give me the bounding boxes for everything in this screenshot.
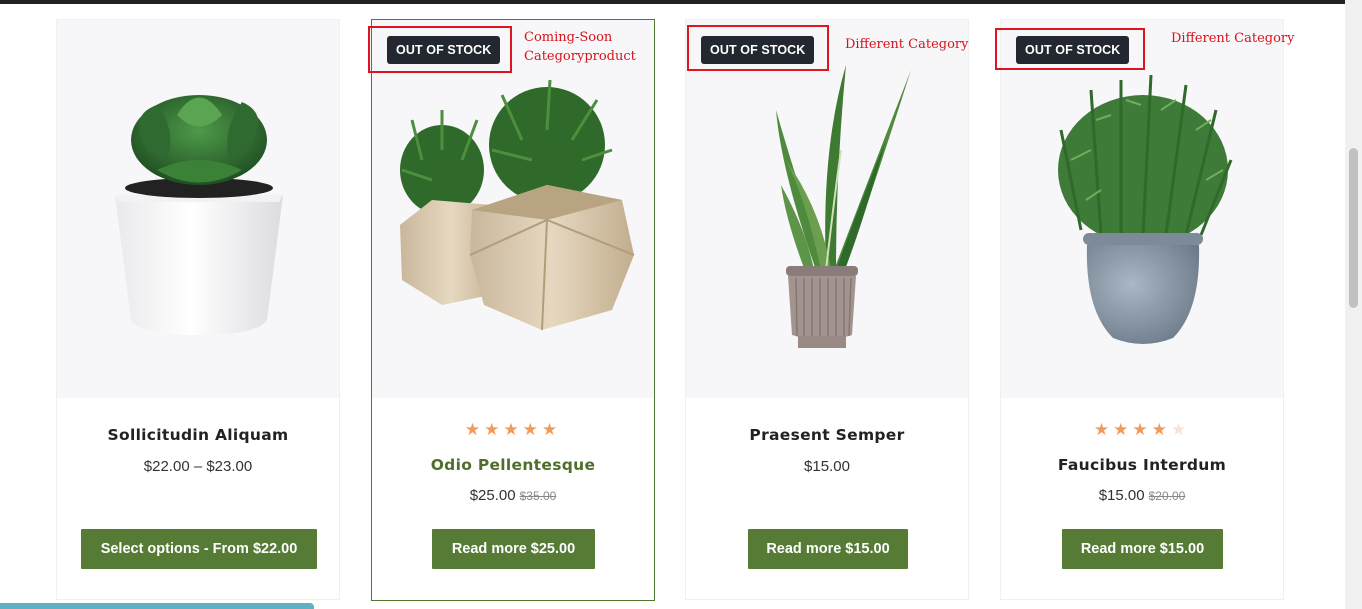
old-price: $20.00 [1148,489,1186,503]
wooden-planters-image [400,79,635,331]
rosemary-pot-image [1058,74,1233,344]
product-card-odio[interactable]: OUT OF STOCK ★★★★★ Odio Pellentesque $25… [371,19,655,601]
product-title[interactable]: Sollicitudin Aliquam [57,426,339,444]
product-image[interactable]: OUT OF STOCK [686,20,968,398]
current-price: $25.00 [469,487,516,504]
product-title[interactable]: Faucibus Interdum [1001,456,1283,474]
succulent-pot-image [115,95,283,335]
product-title[interactable]: Praesent Semper [686,426,968,444]
scrollbar-thumb[interactable] [1349,148,1358,308]
top-bar [0,0,1345,4]
product-price: $22.00 – $23.00 [143,458,253,475]
product-price: $15.00 $20.00 [1001,487,1283,504]
annotation-label: Different Category [845,37,969,52]
current-price: $15.00 [1098,487,1145,504]
select-options-button[interactable]: Select options - From $22.00 [81,529,317,569]
product-card-praesent[interactable]: OUT OF STOCK Praesent Semper $15.00 Read… [685,19,969,600]
product-image[interactable]: OUT OF STOCK [372,20,654,398]
product-price: $15.00 [804,458,850,475]
rating-stars: ★★★★★ [464,420,562,440]
read-more-button[interactable]: Read more $15.00 [748,529,908,569]
product-card-faucibus[interactable]: OUT OF STOCK ★★★★★ Faucibus Interdum $15… [1000,19,1284,600]
product-price: $25.00 $35.00 [372,487,654,504]
filled-stars: ★★★★ [1093,420,1171,440]
product-image[interactable] [57,20,339,398]
annotation-box [368,26,512,73]
annotation-label: Coming-Soon Categoryproduct [524,30,636,64]
product-title[interactable]: Odio Pellentesque [372,456,654,474]
read-more-button[interactable]: Read more $15.00 [1062,529,1223,569]
product-image[interactable]: OUT OF STOCK [1001,20,1283,398]
annotation-label: Different Category [1171,31,1295,46]
snake-plant-image [776,65,911,348]
rating-stars: ★★★★★ [1001,420,1283,440]
annotation-box [995,28,1145,70]
bottom-progress-bar [0,603,314,609]
old-price: $35.00 [519,489,557,503]
vertical-scrollbar[interactable] [1345,0,1362,609]
read-more-button[interactable]: Read more $25.00 [432,529,595,569]
product-card-sollicitudin[interactable]: Sollicitudin Aliquam $22.00 – $23.00 Sel… [56,19,340,600]
empty-star: ★ [1170,420,1191,440]
annotation-box [687,25,829,71]
